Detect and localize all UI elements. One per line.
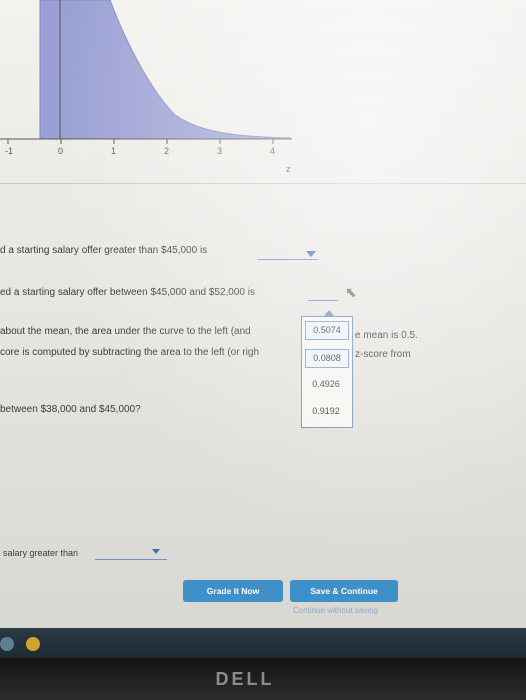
continue-without-saving-link[interactable]: Continue without saving (293, 606, 378, 615)
x-axis-variable: z (286, 164, 291, 174)
dropdown-arrow-icon[interactable] (306, 251, 316, 257)
browser-content: -1 0 1 2 3 4 z d a starting salary offer grea… (0, 0, 526, 628)
x-axis-ticks: -1 0 1 2 3 4 (5, 139, 275, 156)
x-tick-label: 4 (270, 146, 275, 156)
caret-up-icon (324, 310, 334, 316)
answer-blank-4[interactable] (95, 559, 167, 560)
dropdown-arrow-icon[interactable] (152, 549, 160, 554)
normal-curve-chart: -1 0 1 2 3 4 z (0, 0, 292, 174)
monitor-brand-logo: DELL (215, 669, 275, 689)
dropdown-option[interactable]: 0.9192 (305, 403, 347, 420)
x-tick-label: 0 (58, 146, 63, 156)
x-tick-label: 2 (164, 146, 169, 156)
section-divider (0, 183, 526, 184)
hint-line-2-cont: z-score from (355, 349, 411, 360)
shaded-area (39, 0, 291, 140)
app-icon[interactable] (26, 637, 40, 651)
question-greater-45000: d a starting salary offer greater than $… (0, 245, 208, 256)
mouse-cursor-icon: ⬉ (345, 284, 357, 300)
dropdown-option[interactable]: 0.5074 (305, 321, 349, 340)
save-continue-button[interactable]: Save & Continue (290, 580, 398, 602)
grade-it-now-button[interactable]: Grade It Now (183, 580, 283, 602)
x-tick-label: -1 (5, 146, 13, 156)
question-between-38000-45000: between $38,000 and $45,000? (0, 404, 141, 415)
answer-dropdown-list[interactable]: 0.5074 0.0808 0.4926 0.9192 (301, 310, 353, 428)
start-button-icon[interactable] (0, 637, 14, 651)
hint-line-2: core is computed by subtracting the area… (0, 347, 260, 358)
answer-blank-1[interactable] (258, 259, 318, 260)
question-salary-greater-than: salary greater than (3, 548, 79, 558)
hint-line-1-cont: e mean is 0.5. (355, 330, 418, 341)
dropdown-option[interactable]: 0.4926 (305, 376, 347, 393)
dropdown-option[interactable]: 0.0808 (305, 349, 349, 368)
taskbar (0, 628, 526, 658)
x-tick-label: 1 (111, 146, 116, 156)
hint-line-1: about the mean, the area under the curve… (0, 326, 251, 337)
answer-blank-2[interactable] (308, 300, 338, 301)
x-tick-label: 3 (217, 146, 222, 156)
question-between-45000-52000: ed a starting salary offer between $45,0… (0, 287, 255, 298)
